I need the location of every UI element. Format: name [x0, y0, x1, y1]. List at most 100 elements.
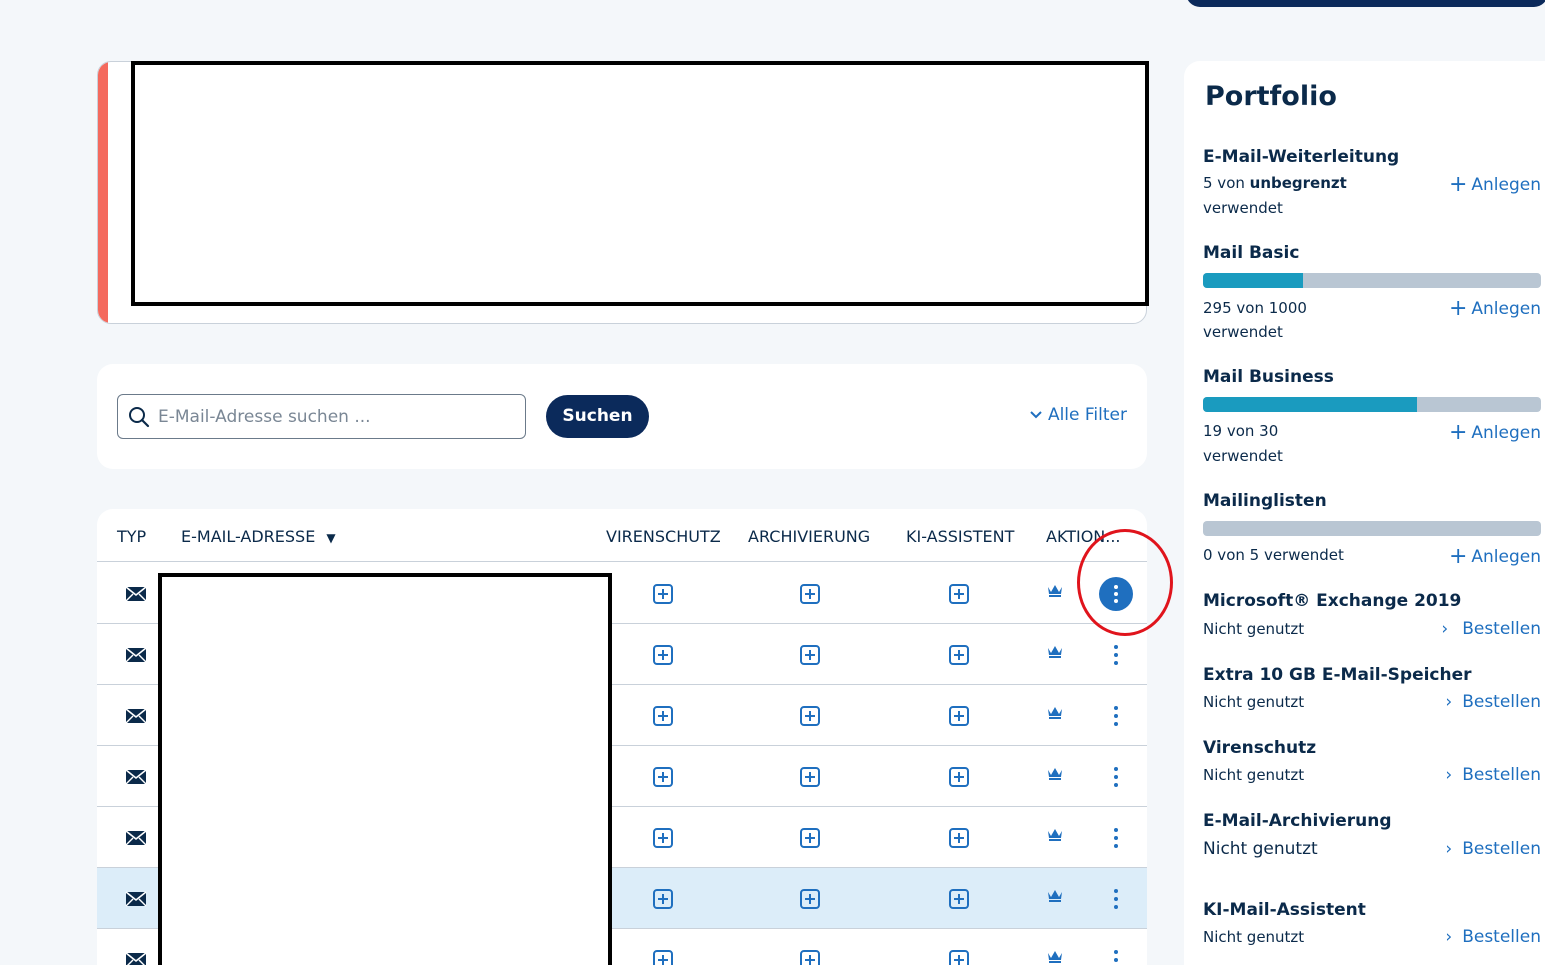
chevron-right-icon: › — [1445, 692, 1453, 712]
archivierung-add-icon[interactable] — [800, 929, 820, 965]
row-actions[interactable] — [1099, 685, 1133, 746]
anlegen-label: Anlegen — [1471, 547, 1541, 567]
plus-icon: + — [1448, 420, 1468, 445]
ki-assistent-add-icon[interactable] — [949, 563, 969, 624]
archivierung-add-icon[interactable] — [800, 807, 820, 868]
mail-icon — [125, 624, 147, 685]
virenschutz-add-icon[interactable] — [653, 807, 673, 868]
ki-assistent-add-icon[interactable] — [949, 929, 969, 965]
header-virenschutz[interactable]: VIRENSCHUTZ — [606, 527, 721, 546]
ki-assistent-add-icon[interactable] — [949, 868, 969, 929]
mail-icon — [125, 929, 147, 965]
mail-icon — [125, 807, 147, 868]
portfolio-item-name: KI-Mail-Assistent — [1203, 900, 1366, 920]
bestellen-link[interactable]: › Bestellen — [1441, 619, 1541, 639]
plus-icon: + — [1448, 296, 1468, 321]
header-ki-assistent[interactable]: KI-ASSISTENT — [906, 527, 1014, 546]
crown-icon[interactable] — [1047, 559, 1063, 620]
chevron-down-icon — [1030, 411, 1042, 419]
plus-icon: + — [1448, 172, 1468, 197]
portfolio-item-usage: 19 von 30 — [1203, 422, 1279, 440]
table-header: TYP E-MAIL-ADRESSE ▼ VIRENSCHUTZ ARCHIVI… — [97, 509, 1147, 562]
portfolio-item-status: Nicht genutzt — [1203, 928, 1305, 946]
virenschutz-add-icon[interactable] — [653, 868, 673, 929]
ki-assistent-add-icon[interactable] — [949, 807, 969, 868]
kebab-menu-icon[interactable] — [1114, 705, 1118, 726]
portfolio-item-name: Microsoft® Exchange 2019 — [1203, 591, 1462, 611]
bestellen-link[interactable]: › Bestellen — [1445, 692, 1541, 712]
anlegen-button[interactable]: + Anlegen — [1449, 298, 1541, 320]
kebab-menu-icon[interactable] — [1114, 644, 1118, 665]
crown-icon[interactable] — [1047, 803, 1063, 864]
crown-icon[interactable] — [1047, 681, 1063, 742]
archivierung-add-icon[interactable] — [800, 868, 820, 929]
portfolio-item-usage-suffix: verwendet — [1203, 199, 1283, 217]
crown-icon[interactable] — [1047, 742, 1063, 803]
usage-progress-fill — [1203, 273, 1303, 288]
portfolio-panel: Portfolio E-Mail-Weiterleitung 5 von unb… — [1184, 61, 1545, 965]
mail-icon — [125, 563, 147, 624]
search-panel: Suchen Alle Filter — [97, 364, 1147, 469]
bestellen-link[interactable]: › Bestellen — [1445, 839, 1541, 859]
archivierung-add-icon[interactable] — [800, 624, 820, 685]
search-field[interactable] — [117, 394, 526, 439]
chevron-right-icon: › — [1445, 765, 1453, 785]
header-email[interactable]: E-MAIL-ADRESSE ▼ — [181, 527, 336, 546]
anlegen-button[interactable]: + Anlegen — [1449, 174, 1541, 196]
chevron-right-icon: › — [1445, 927, 1453, 947]
ki-assistent-add-icon[interactable] — [949, 685, 969, 746]
ki-assistent-add-icon[interactable] — [949, 746, 969, 807]
header-archivierung[interactable]: ARCHIVIERUNG — [748, 527, 870, 546]
bestellen-link[interactable]: › Bestellen — [1445, 927, 1541, 947]
usage-bold: unbegrenzt — [1249, 174, 1347, 192]
anlegen-label: Anlegen — [1471, 299, 1541, 319]
virenschutz-add-icon[interactable] — [653, 746, 673, 807]
mail-icon — [125, 868, 147, 929]
portfolio-item-usage: 5 von unbegrenzt — [1203, 174, 1347, 192]
redacted-content — [131, 61, 1149, 306]
portfolio-item-usage-suffix: verwendet — [1203, 447, 1283, 465]
portfolio-item-name: E-Mail-Weiterleitung — [1203, 147, 1400, 167]
portfolio-item-status: Nicht genutzt — [1203, 839, 1318, 859]
search-input[interactable] — [158, 406, 498, 427]
portfolio-item-name: Mail Business — [1203, 367, 1334, 387]
plus-icon: + — [1448, 544, 1468, 569]
kebab-menu-icon[interactable] — [1114, 766, 1118, 787]
crown-icon[interactable] — [1047, 620, 1063, 681]
header-typ[interactable]: TYP — [117, 527, 146, 546]
portfolio-item-name: Extra 10 GB E-Mail-Speicher — [1203, 665, 1472, 685]
archivierung-add-icon[interactable] — [800, 563, 820, 624]
bestellen-label: Bestellen — [1462, 839, 1541, 859]
kebab-menu-icon[interactable] — [1114, 888, 1118, 909]
portfolio-item-usage-suffix: verwendet — [1203, 323, 1283, 341]
row-actions[interactable] — [1099, 746, 1133, 807]
anlegen-label: Anlegen — [1471, 423, 1541, 443]
bestellen-label: Bestellen — [1462, 619, 1541, 639]
row-actions[interactable] — [1099, 929, 1133, 965]
row-actions[interactable] — [1099, 807, 1133, 868]
header-email-label: E-MAIL-ADRESSE — [181, 527, 316, 546]
search-button[interactable]: Suchen — [546, 395, 649, 438]
virenschutz-add-icon[interactable] — [653, 624, 673, 685]
usage-progress-bar — [1203, 273, 1541, 288]
virenschutz-add-icon[interactable] — [653, 929, 673, 965]
bestellen-label: Bestellen — [1462, 692, 1541, 712]
archivierung-add-icon[interactable] — [800, 685, 820, 746]
ki-assistent-add-icon[interactable] — [949, 624, 969, 685]
crown-icon[interactable] — [1047, 864, 1063, 925]
alert-stripe — [98, 62, 108, 323]
row-actions[interactable] — [1099, 868, 1133, 929]
crown-icon[interactable] — [1047, 925, 1063, 965]
usage-progress-bar — [1203, 397, 1541, 412]
anlegen-button[interactable]: + Anlegen — [1449, 546, 1541, 568]
archivierung-add-icon[interactable] — [800, 746, 820, 807]
bestellen-link[interactable]: › Bestellen — [1445, 765, 1541, 785]
virenschutz-add-icon[interactable] — [653, 563, 673, 624]
kebab-menu-icon[interactable] — [1114, 827, 1118, 848]
sort-desc-icon: ▼ — [326, 531, 336, 545]
all-filters-link[interactable]: Alle Filter — [1030, 405, 1127, 425]
usage-prefix: 5 von — [1203, 174, 1250, 192]
anlegen-button[interactable]: + Anlegen — [1449, 422, 1541, 444]
virenschutz-add-icon[interactable] — [653, 685, 673, 746]
kebab-menu-icon[interactable] — [1114, 949, 1118, 965]
